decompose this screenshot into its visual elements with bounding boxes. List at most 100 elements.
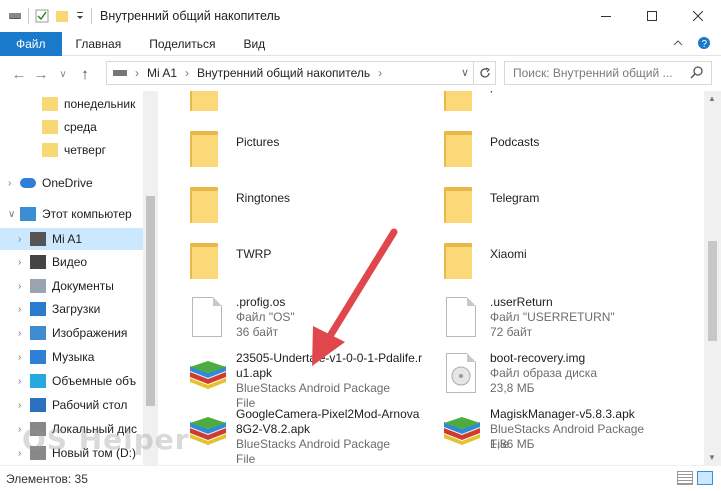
- maximize-button[interactable]: [629, 0, 675, 32]
- file-item[interactable]: Telegram: [416, 177, 666, 229]
- expand-chevron-icon[interactable]: ›: [18, 352, 30, 363]
- sidebar-item[interactable]: › Документы: [0, 275, 143, 297]
- expand-chevron-icon[interactable]: ›: [18, 257, 30, 268]
- address-dropdown-icon[interactable]: ∨: [461, 66, 469, 79]
- sidebar-item[interactable]: › OneDrive: [0, 172, 143, 194]
- file-list: osmdroidpanoramasPicturesPodcastsRington…: [158, 91, 704, 465]
- tab-file[interactable]: Файл: [0, 31, 62, 56]
- customize-qat-icon[interactable]: [75, 10, 85, 22]
- file-item[interactable]: panoramas: [416, 91, 666, 117]
- phone-icon: [113, 70, 127, 76]
- tab-share[interactable]: Поделиться: [135, 32, 229, 56]
- file-item[interactable]: Xiaomi: [416, 233, 666, 285]
- file-item[interactable]: MagiskManager-v5.8.3.apk BlueStacks Andro…: [416, 403, 666, 455]
- drive-icon[interactable]: [8, 10, 22, 22]
- sidebar-item[interactable]: ∨ Этот компьютер: [0, 203, 143, 225]
- up-button[interactable]: ↑: [74, 66, 96, 83]
- address-row: ← → ∨ ↑ › Mi A1 › Внутренний общий накоп…: [0, 57, 721, 91]
- new-folder-icon[interactable]: [55, 9, 69, 23]
- file-name: MagiskManager-v5.8.3.apk: [490, 407, 635, 421]
- sidebar-item-label: Изображения: [52, 326, 128, 340]
- expand-chevron-icon[interactable]: ›: [18, 281, 30, 292]
- tab-home[interactable]: Главная: [62, 32, 136, 56]
- breadcrumb-internal-storage[interactable]: Внутренний общий накопитель: [197, 66, 370, 80]
- refresh-icon: [479, 67, 490, 78]
- large-icons-view-icon[interactable]: [697, 471, 713, 485]
- minimize-icon: [601, 16, 611, 17]
- file-item[interactable]: 23505-Undertale-v1-0-0-1-Pdalife.ru1.apk…: [162, 347, 422, 410]
- sidebar-item[interactable]: › Видео: [0, 251, 143, 273]
- file-list-scrollbar-thumb[interactable]: [708, 241, 717, 341]
- breadcrumb-mi-a1[interactable]: Mi A1: [147, 66, 177, 80]
- folder-icon: [440, 91, 480, 113]
- sidebar-item-label: Загрузки: [52, 302, 101, 316]
- file-list-scrollbar[interactable]: ▲ ▼: [704, 91, 721, 465]
- scroll-down-icon[interactable]: ▼: [708, 453, 716, 462]
- properties-icon[interactable]: [35, 9, 49, 23]
- file-item[interactable]: TWRP: [162, 233, 412, 285]
- details-view-icon[interactable]: [677, 471, 693, 485]
- back-button[interactable]: ←: [8, 66, 30, 83]
- forward-button[interactable]: →: [30, 66, 52, 83]
- file-item[interactable]: Pictures: [162, 121, 412, 173]
- computer-icon: [20, 207, 36, 221]
- minimize-button[interactable]: [583, 0, 629, 32]
- window-title: Внутренний общий накопитель: [100, 9, 281, 23]
- folder-icon: [42, 120, 58, 134]
- file-icon: [440, 295, 480, 339]
- sidebar-item[interactable]: понедельник: [0, 93, 143, 115]
- expand-chevron-icon[interactable]: ›: [18, 376, 30, 387]
- expand-ribbon-icon[interactable]: [673, 39, 683, 47]
- search-input[interactable]: Поиск: Внутренний общий ...: [504, 61, 712, 85]
- bluestacks-icon: [440, 407, 480, 451]
- file-size: 72 байт: [490, 325, 533, 339]
- help-icon[interactable]: ?: [697, 36, 711, 50]
- file-name: GoogleCamera-Pixel2Mod-Arnova8G2-V8.2.ap…: [236, 407, 420, 436]
- file-name: .userReturn: [490, 295, 553, 309]
- file-item[interactable]: .profig.os Файл "OS" 36 байт: [162, 291, 412, 343]
- refresh-button[interactable]: [473, 62, 495, 84]
- sidebar-item[interactable]: › Музыка: [0, 346, 143, 368]
- address-bar[interactable]: › Mi A1 › Внутренний общий накопитель › …: [106, 61, 496, 85]
- navigation-scrollbar-thumb[interactable]: [146, 196, 155, 406]
- sidebar-item[interactable]: › Mi A1: [0, 228, 143, 250]
- sidebar-item[interactable]: › Загрузки: [0, 298, 143, 320]
- video-icon: [30, 255, 46, 269]
- item-count: Элементов: 35: [6, 471, 88, 486]
- scroll-up-icon[interactable]: ▲: [708, 94, 716, 103]
- file-item[interactable]: osmdroid: [162, 91, 412, 117]
- expand-chevron-icon[interactable]: ›: [18, 304, 30, 315]
- file-item[interactable]: Ringtones: [162, 177, 412, 229]
- recent-locations-button[interactable]: ∨: [52, 69, 74, 80]
- navigation-scrollbar[interactable]: [143, 91, 158, 465]
- expand-chevron-icon[interactable]: ∨: [8, 209, 20, 220]
- file-item[interactable]: boot-recovery.img Файл образа диска 23,8 М…: [416, 347, 666, 399]
- file-name: osmdroid: [236, 91, 426, 94]
- file-item[interactable]: .userReturn Файл "USERRETURN" 72 байт: [416, 291, 666, 343]
- sidebar-item[interactable]: › Изображения: [0, 322, 143, 344]
- sidebar-item[interactable]: › Рабочий стол: [0, 394, 143, 416]
- phone-icon: [30, 232, 46, 246]
- search-placeholder: Поиск: Внутренний общий ...: [513, 66, 673, 80]
- expand-chevron-icon[interactable]: ›: [18, 400, 30, 411]
- sidebar-item-label: понедельник: [64, 97, 136, 111]
- file-name: panoramas: [490, 91, 680, 94]
- expand-chevron-icon[interactable]: ›: [8, 178, 20, 189]
- close-button[interactable]: [675, 0, 721, 32]
- expand-chevron-icon[interactable]: ›: [18, 234, 30, 245]
- pictures-icon: [30, 326, 46, 340]
- sidebar-item[interactable]: четверг: [0, 139, 143, 161]
- file-item[interactable]: GoogleCamera-Pixel2Mod-Arnova8G2-V8.2.ap…: [162, 403, 419, 465]
- file-name: .profig.os: [236, 295, 286, 309]
- file-name: 23505-Undertale-v1-0-0-1-Pdalife.ru1.apk: [236, 351, 423, 380]
- file-item[interactable]: Podcasts: [416, 121, 666, 173]
- sidebar-item[interactable]: среда: [0, 116, 143, 138]
- tab-view[interactable]: Вид: [229, 32, 279, 56]
- file-name: Podcasts: [490, 135, 540, 149]
- sidebar-item[interactable]: › Объемные объ: [0, 370, 143, 392]
- music-icon: [30, 350, 46, 364]
- file-name: TWRP: [236, 247, 272, 261]
- expand-chevron-icon[interactable]: ›: [18, 328, 30, 339]
- file-name: Ringtones: [236, 191, 291, 205]
- sidebar-item-label: четверг: [64, 143, 106, 157]
